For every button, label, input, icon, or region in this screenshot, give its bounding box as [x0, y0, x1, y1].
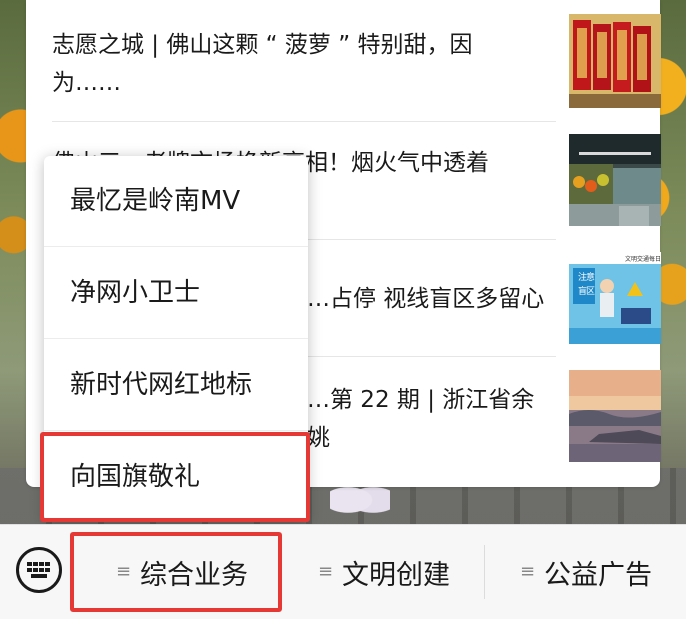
menu-button-label: 公益广告: [544, 559, 652, 591]
news-item[interactable]: 志愿之城 | 佛山这颗 “ 菠萝 ” 特别甜，因为……: [52, 14, 662, 122]
news-thumbnail[interactable]: [569, 14, 661, 108]
submenu-item-clean-net[interactable]: 净网小卫士: [44, 248, 308, 339]
svg-text:意: 意: [586, 271, 595, 283]
thumb-top-text: 文明交通每日谈: [625, 255, 661, 263]
menu-button-civilization[interactable]: ≡ 文明创建: [318, 525, 478, 619]
news-item-title[interactable]: …占停 视线盲区多留心: [307, 280, 547, 318]
news-thumbnail[interactable]: 文明交通每日谈 注 意 盲 区: [569, 252, 661, 344]
menu-button-public-ads[interactable]: ≡ 公益广告: [520, 525, 680, 619]
menu-lines-icon: ≡: [116, 561, 132, 582]
submenu-item-salute-flag[interactable]: 向国旗敬礼: [44, 432, 308, 522]
submenu-popup: 最忆是岭南MV 净网小卫士 新时代网红地标 向国旗敬礼: [44, 156, 308, 522]
market-interior-photo-icon: [569, 134, 661, 226]
menu-button-label: 综合业务: [140, 559, 248, 591]
submenu-item-landmark[interactable]: 新时代网红地标: [44, 340, 308, 431]
traffic-poster-photo-icon: 文明交通每日谈 注 意 盲 区: [569, 252, 661, 344]
submenu-item-lingnan-mv[interactable]: 最忆是岭南MV: [44, 156, 308, 247]
svg-text:区: 区: [586, 286, 595, 297]
menu-lines-icon: ≡: [318, 561, 334, 582]
bottom-menu-bar: ≡ 综合业务 ≡ 文明创建 ≡ 公益广告: [0, 524, 686, 619]
lakeside-sunset-photo-icon: [569, 370, 661, 462]
menu-lines-icon: ≡: [520, 561, 536, 582]
news-item-title[interactable]: …第 22 期 | 浙江省余姚: [307, 381, 547, 457]
news-thumbnail[interactable]: [569, 134, 661, 226]
red-banners-photo-icon: [569, 14, 661, 108]
menu-button-label: 文明创建: [342, 559, 450, 591]
menu-button-general-business[interactable]: ≡ 综合业务: [116, 525, 276, 619]
news-thumbnail[interactable]: [569, 370, 661, 462]
keyboard-toggle-button[interactable]: [16, 547, 62, 593]
divider: [484, 545, 485, 599]
divider: [52, 121, 556, 122]
news-item-title[interactable]: 志愿之城 | 佛山这颗 “ 菠萝 ” 特别甜，因为……: [52, 26, 527, 102]
keyboard-icon: [27, 562, 50, 578]
